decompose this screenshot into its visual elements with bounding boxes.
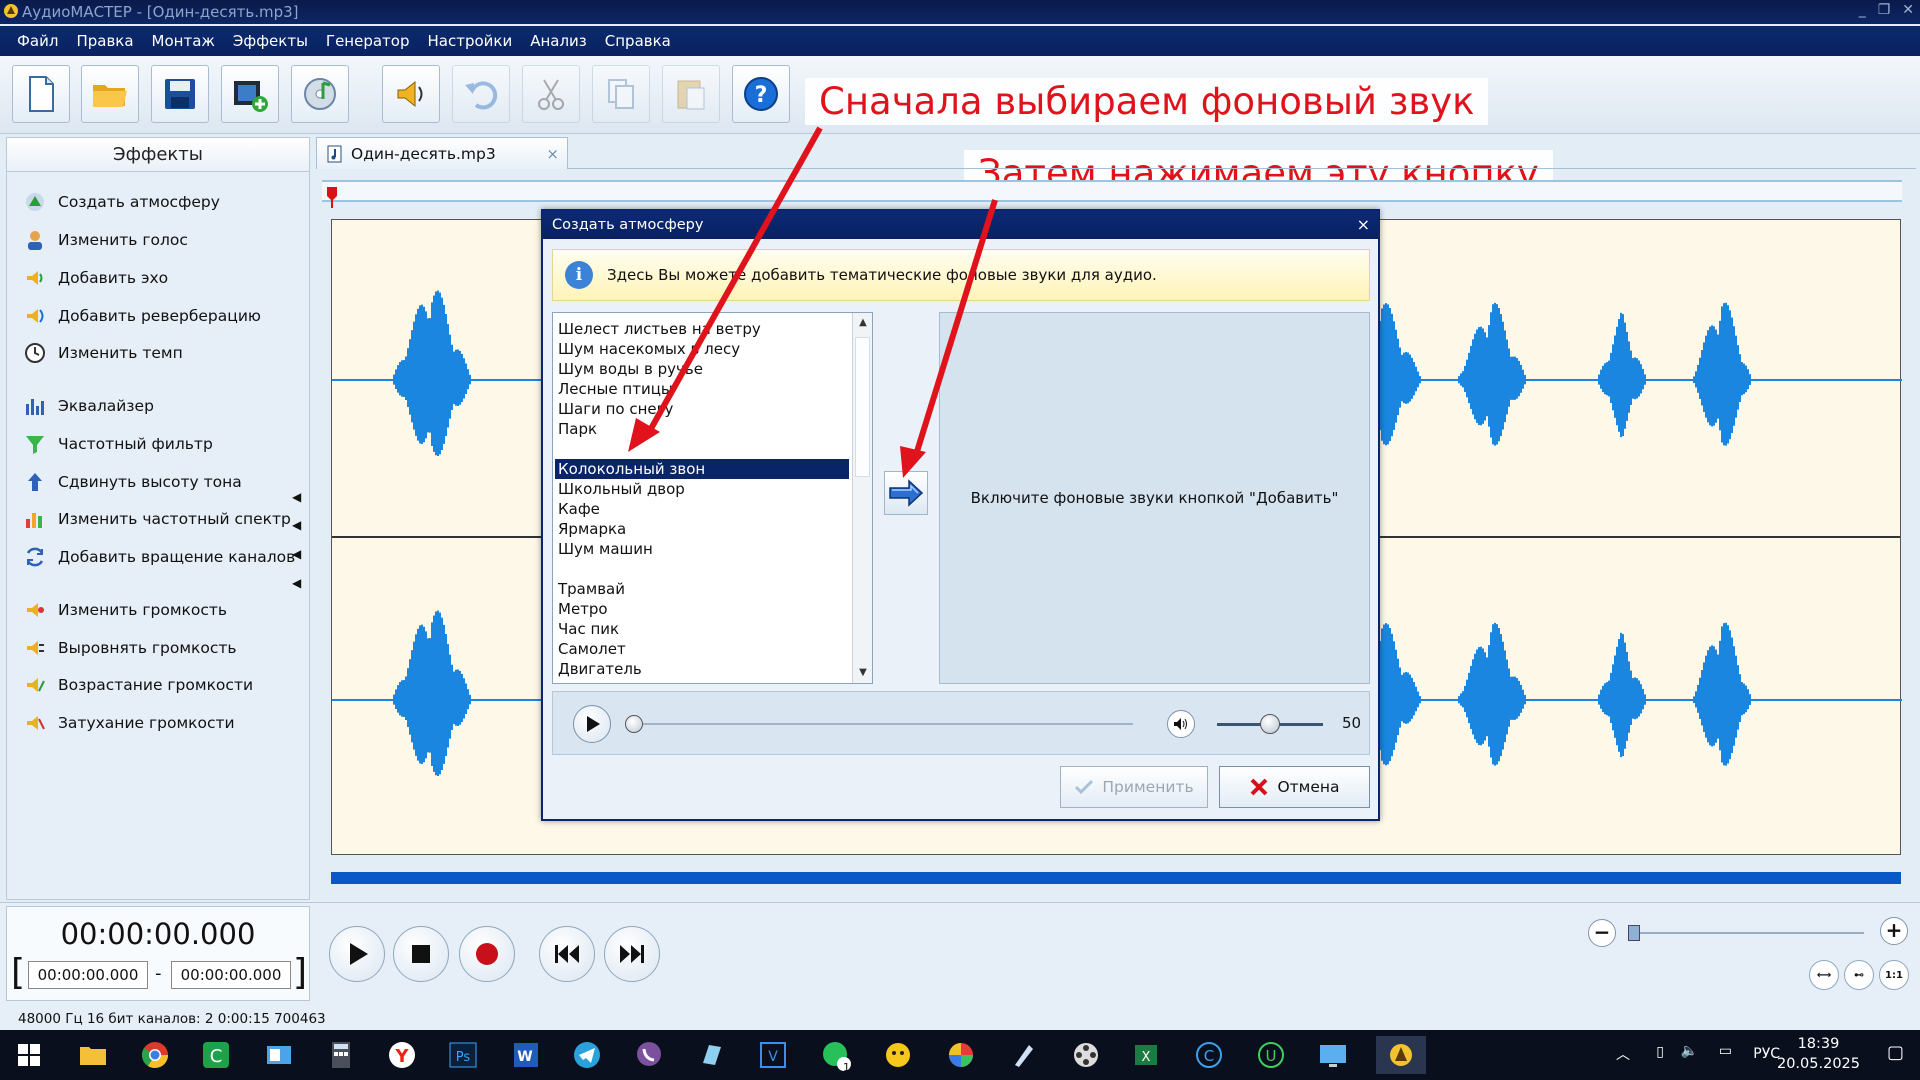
annotation-arrow-to-button — [912, 199, 998, 459]
annotation-arrow-to-list — [645, 126, 823, 436]
annotation-arrowhead-button — [900, 446, 926, 478]
annotation-arrows — [628, 126, 998, 478]
